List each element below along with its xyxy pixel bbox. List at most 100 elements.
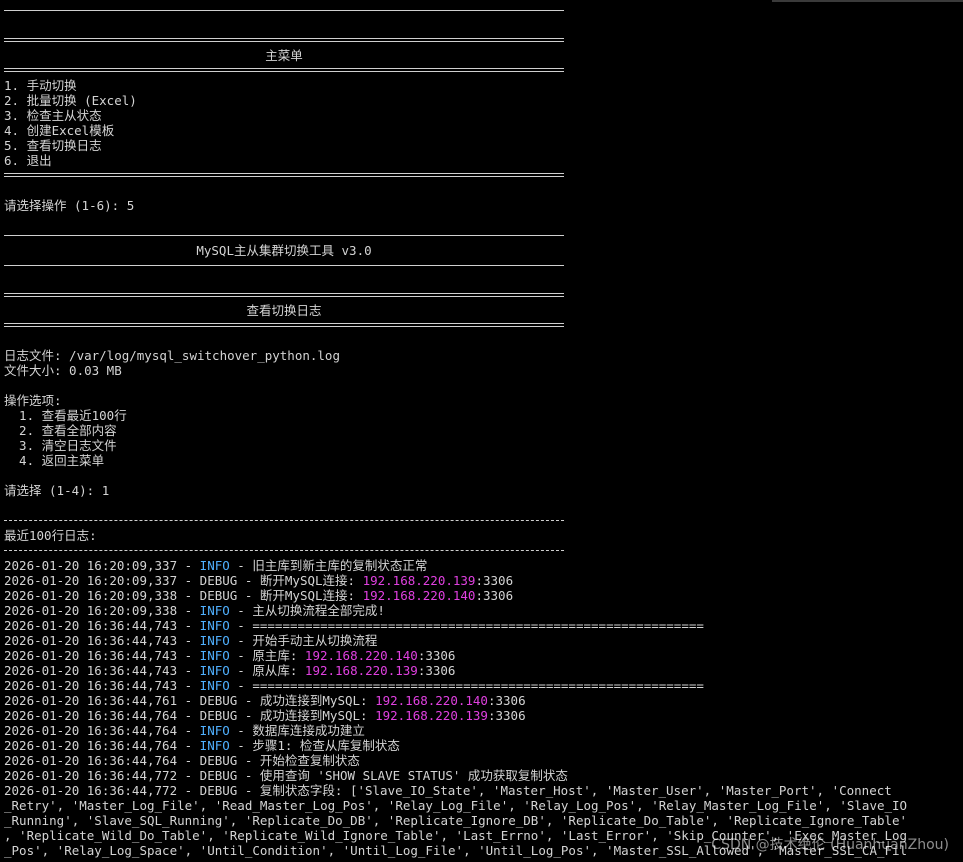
log-level: DEBUG <box>199 768 238 783</box>
log-message: ========================================… <box>252 618 704 633</box>
log-timestamp: 2026-01-20 16:36:44,764 <box>4 723 178 738</box>
log-timestamp: 2026-01-20 16:36:44,764 <box>4 738 178 753</box>
log-timestamp: 2026-01-20 16:36:44,772 <box>4 783 178 798</box>
log-line: 2026-01-20 16:20:09,338 - DEBUG - 断开MySQ… <box>4 588 514 603</box>
log-level: DEBUG <box>199 753 238 768</box>
log-ip-address: 192.168.220.140 <box>362 588 476 603</box>
log-line: 2026-01-20 16:36:44,772 - DEBUG - 复制状态字段… <box>4 783 892 798</box>
rule-double <box>4 288 963 303</box>
rule-single <box>4 258 963 273</box>
log-message: ========================================… <box>252 678 704 693</box>
log-lines: 2026-01-20 16:20:09,337 - INFO - 旧主库到新主库… <box>4 558 963 798</box>
log-level: DEBUG <box>199 693 238 708</box>
log-ip-address: 192.168.220.140 <box>304 648 418 663</box>
log-level: DEBUG <box>199 588 238 603</box>
option-view-all: 2. 查看全部内容 <box>4 423 117 438</box>
log-timestamp: 2026-01-20 16:36:44,761 <box>4 693 178 708</box>
rule-double <box>4 33 963 48</box>
log-ip-address: 192.168.220.139 <box>304 663 418 678</box>
log-file-path: 日志文件: /var/log/mysql_switchover_python.l… <box>4 348 340 363</box>
log-timestamp: 2026-01-20 16:36:44,743 <box>4 648 178 663</box>
log-timestamp: 2026-01-20 16:20:09,338 <box>4 588 178 603</box>
log-timestamp: 2026-01-20 16:20:09,338 <box>4 603 178 618</box>
log-level: INFO <box>199 618 230 633</box>
log-message: 步骤1: 检查从库复制状态 <box>252 738 400 753</box>
log-timestamp: 2026-01-20 16:36:44,743 <box>4 633 178 648</box>
log-level: INFO <box>199 558 230 573</box>
log-level: INFO <box>199 663 230 678</box>
rule-dashed <box>4 513 963 528</box>
log-line: 2026-01-20 16:36:44,743 - INFO - =======… <box>4 618 704 633</box>
log-port: :3306 <box>475 573 514 588</box>
log-line: 2026-01-20 16:36:44,743 - INFO - 开始手动主从切… <box>4 633 378 648</box>
log-message: 旧主库到新主库的复制状态正常 <box>252 558 428 573</box>
log-level: INFO <box>199 738 230 753</box>
log-port: :3306 <box>417 648 456 663</box>
log-message: 断开MySQL连接: <box>259 588 363 603</box>
log-line: 2026-01-20 16:20:09,337 - DEBUG - 断开MySQ… <box>4 573 514 588</box>
log-line: 2026-01-20 16:36:44,764 - DEBUG - 开始检查复制… <box>4 753 360 768</box>
log-message: 复制状态字段: ['Slave_IO_State', 'Master_Host'… <box>259 783 892 798</box>
log-message: 原主库: <box>252 648 305 663</box>
log-port: :3306 <box>417 663 456 678</box>
log-level: DEBUG <box>199 708 238 723</box>
log-line: 2026-01-20 16:36:44,743 - INFO - 原主库: 19… <box>4 648 456 663</box>
option-clear-log: 3. 清空日志文件 <box>4 438 117 453</box>
log-ip-address: 192.168.220.139 <box>375 708 488 723</box>
log-line: 2026-01-20 16:36:44,743 - INFO - =======… <box>4 678 704 693</box>
option-back-to-main: 4. 返回主菜单 <box>4 453 105 468</box>
menu-item-exit: 6. 退出 <box>4 153 52 168</box>
app-title: MySQL主从集群切换工具 v3.0 <box>196 243 372 258</box>
log-timestamp: 2026-01-20 16:36:44,764 <box>4 753 178 768</box>
option-recent-100: 1. 查看最近100行 <box>4 408 127 423</box>
log-timestamp: 2026-01-20 16:36:44,743 <box>4 663 178 678</box>
log-line: 2026-01-20 16:36:44,764 - INFO - 数据库连接成功… <box>4 723 365 738</box>
log-ip-address: 192.168.220.139 <box>362 573 476 588</box>
log-level: INFO <box>199 678 230 693</box>
log-level: INFO <box>199 648 230 663</box>
log-message: 主从切换流程全部完成! <box>252 603 385 618</box>
rule-single <box>4 3 963 18</box>
log-file-size: 文件大小: 0.03 MB <box>4 363 122 378</box>
window-top-bar <box>772 0 963 2</box>
menu-item-create-template: 4. 创建Excel模板 <box>4 123 115 138</box>
log-message: 成功连接到MySQL: <box>259 693 376 708</box>
log-timestamp: 2026-01-20 16:36:44,743 <box>4 678 178 693</box>
menu-item-view-log: 5. 查看切换日志 <box>4 138 102 153</box>
rule-double <box>4 318 963 333</box>
log-line: 2026-01-20 16:36:44,764 - INFO - 步骤1: 检查… <box>4 738 400 753</box>
log-line: 2026-01-20 16:36:44,772 - DEBUG - 使用查询 '… <box>4 768 568 783</box>
log-ip-address: 192.168.220.140 <box>375 693 488 708</box>
log-wrapped-line: _Retry', 'Master_Log_File', 'Read_Master… <box>4 798 908 813</box>
menu-item-batch-switch: 2. 批量切换 (Excel) <box>4 93 137 108</box>
log-timestamp: 2026-01-20 16:36:44,764 <box>4 708 178 723</box>
terminal-output[interactable]: 主菜单 1. 手动切换 2. 批量切换 (Excel) 3. 检查主从状态 4.… <box>4 3 963 858</box>
log-timestamp: 2026-01-20 16:36:44,743 <box>4 618 178 633</box>
rule-dashed <box>4 543 963 558</box>
log-view-title: 查看切换日志 <box>246 303 322 318</box>
log-timestamp: 2026-01-20 16:20:09,337 <box>4 558 178 573</box>
log-port: :3306 <box>487 708 526 723</box>
log-level: INFO <box>199 603 230 618</box>
log-message: 断开MySQL连接: <box>259 573 363 588</box>
log-timestamp: 2026-01-20 16:20:09,337 <box>4 573 178 588</box>
log-message: 数据库连接成功建立 <box>252 723 365 738</box>
log-line: 2026-01-20 16:36:44,743 - INFO - 原从库: 19… <box>4 663 456 678</box>
log-level: INFO <box>199 723 230 738</box>
log-level: INFO <box>199 633 230 648</box>
log-line: 2026-01-20 16:20:09,338 - INFO - 主从切换流程全… <box>4 603 385 618</box>
main-menu-prompt: 请选择操作 (1-6): 5 <box>4 198 135 213</box>
main-menu-title: 主菜单 <box>265 48 303 63</box>
log-line: 2026-01-20 16:36:44,764 - DEBUG - 成功连接到M… <box>4 708 526 723</box>
rule-double <box>4 168 963 183</box>
rule-single <box>4 228 963 243</box>
log-timestamp: 2026-01-20 16:36:44,772 <box>4 768 178 783</box>
log-level: DEBUG <box>199 783 238 798</box>
log-message: 开始检查复制状态 <box>259 753 360 768</box>
